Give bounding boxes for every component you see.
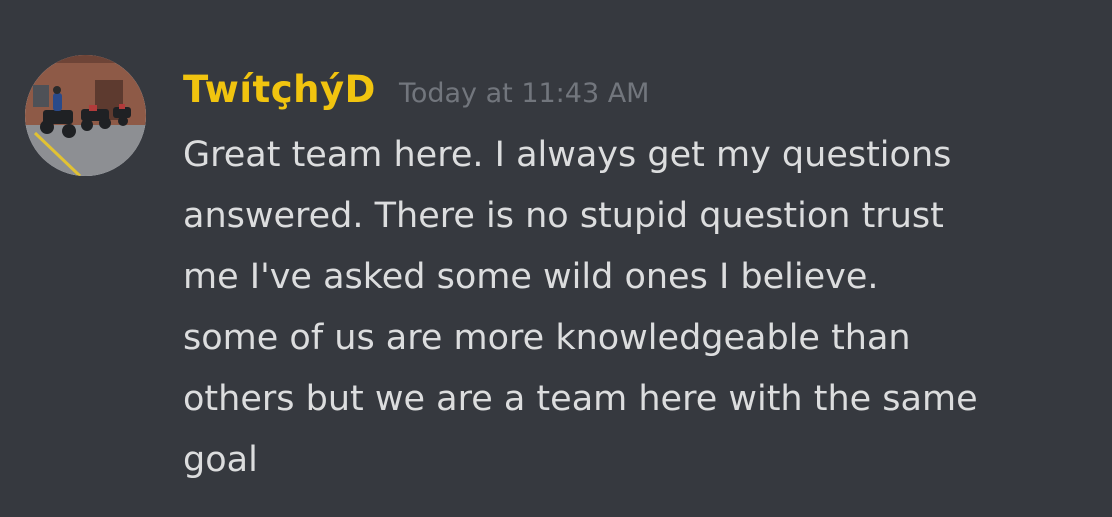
message-header: TwítçhýD Today at 11:43 AM bbox=[183, 66, 649, 121]
avatar-photo bbox=[25, 55, 146, 176]
author-name[interactable]: TwítçhýD bbox=[183, 68, 376, 111]
avatar[interactable] bbox=[25, 55, 146, 176]
message-timestamp[interactable]: Today at 11:43 AM bbox=[399, 78, 650, 109]
message-text: Great team here. I always get my questio… bbox=[183, 135, 978, 480]
chat-message: TwítçhýD Today at 11:43 AM Great team he… bbox=[0, 0, 1112, 517]
